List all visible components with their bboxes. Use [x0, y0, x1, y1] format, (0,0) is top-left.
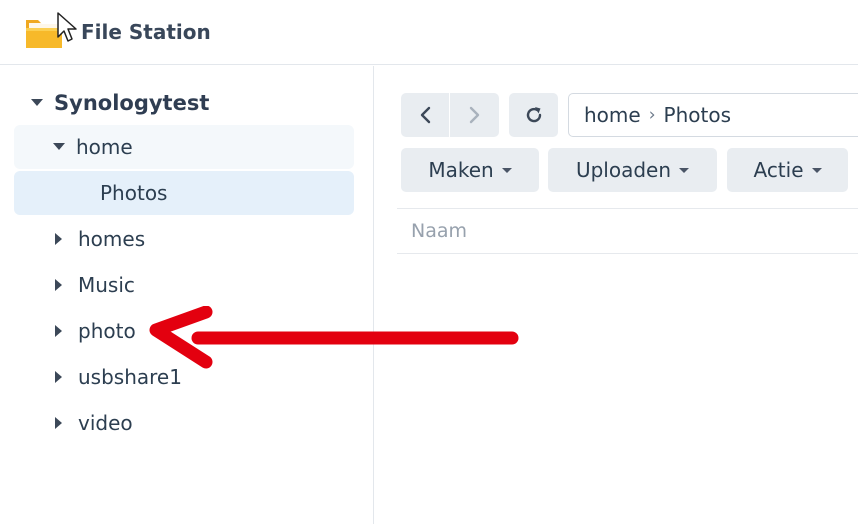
app-title: File Station: [81, 20, 211, 44]
tree-item-home[interactable]: home: [14, 125, 354, 169]
caret-right-icon[interactable]: [52, 416, 66, 430]
tree-item-label: usbshare1: [78, 365, 182, 389]
chevron-left-icon: [420, 106, 431, 124]
path-segment-photos[interactable]: Photos: [664, 103, 731, 127]
main-panel: home › Photos Maken Uploaden Actie Naam: [375, 66, 858, 524]
mouse-cursor-icon: [57, 12, 77, 42]
caret-down-icon[interactable]: [30, 96, 44, 110]
tree-item-label: video: [78, 411, 133, 435]
title-bar: File Station: [0, 0, 858, 65]
refresh-icon: [526, 107, 541, 123]
path-separator: ›: [648, 105, 656, 125]
caret-down-icon[interactable]: [52, 140, 66, 154]
chevron-right-icon: [469, 106, 479, 124]
file-station-window: File Station Synologytest home Photos ho…: [0, 0, 858, 524]
caret-right-icon[interactable]: [52, 324, 66, 338]
forward-button[interactable]: [450, 93, 499, 137]
tree-item-photo[interactable]: photo: [52, 309, 136, 353]
folder-tree-sidebar: Synologytest home Photos homes Music pho…: [0, 66, 374, 524]
maken-button-label: Maken: [428, 158, 494, 182]
maken-button[interactable]: Maken: [401, 148, 539, 192]
path-bar[interactable]: home › Photos: [568, 93, 858, 137]
caret-right-icon[interactable]: [52, 278, 66, 292]
tree-item-video[interactable]: video: [52, 401, 133, 445]
tree-item-label: Music: [78, 273, 135, 297]
actie-button-label: Actie: [753, 158, 804, 182]
tree-item-usbshare1[interactable]: usbshare1: [52, 355, 182, 399]
tree-item-label: photo: [78, 319, 136, 343]
caret-right-icon[interactable]: [52, 232, 66, 246]
tree-root-label: Synologytest: [54, 91, 210, 115]
caret-down-icon: [811, 167, 822, 173]
caret-down-icon: [679, 167, 690, 173]
tree-item-label: homes: [78, 227, 146, 251]
tree-item-label: Photos: [100, 181, 168, 205]
caret-down-icon: [501, 167, 512, 173]
tree-item-homes[interactable]: homes: [52, 217, 145, 261]
tree-root-synologytest[interactable]: Synologytest: [30, 81, 209, 125]
back-button[interactable]: [401, 93, 450, 137]
tree-item-label: home: [76, 135, 133, 159]
actie-button[interactable]: Actie: [727, 148, 848, 192]
path-segment-home[interactable]: home: [584, 103, 641, 127]
uploaden-button[interactable]: Uploaden: [548, 148, 717, 192]
history-nav-group: [401, 93, 499, 137]
column-header-naam[interactable]: Naam: [411, 220, 467, 242]
tree-item-music[interactable]: Music: [52, 263, 135, 307]
caret-right-icon[interactable]: [52, 370, 66, 384]
file-list-header: Naam: [397, 208, 858, 254]
uploaden-button-label: Uploaden: [575, 158, 672, 182]
tree-item-photos[interactable]: Photos: [14, 171, 354, 215]
refresh-button[interactable]: [509, 93, 558, 137]
